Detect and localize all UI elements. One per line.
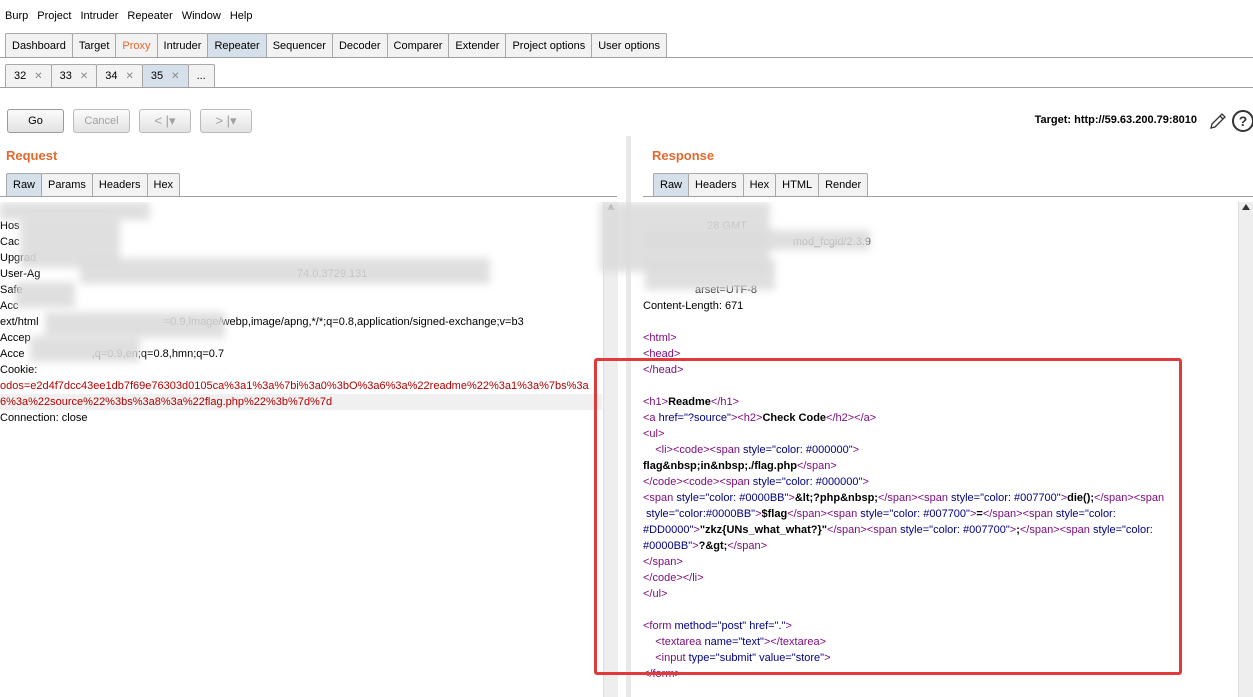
tab-repeater[interactable]: Repeater (207, 33, 267, 57)
repeater-tabs-divider (0, 87, 1253, 88)
close-icon[interactable]: ✕ (34, 71, 42, 82)
back-button[interactable]: < |▾ (139, 109, 191, 133)
request-tab-params[interactable]: Params (41, 173, 93, 196)
repeater-tab-label: 34 (105, 70, 118, 82)
menu-help[interactable]: Help (225, 8, 257, 28)
response-header-line: Content-Length: 671 (643, 300, 744, 312)
tab-project-options[interactable]: Project options (505, 33, 593, 57)
close-icon[interactable]: ✕ (171, 71, 179, 82)
request-tab-hex[interactable]: Hex (146, 173, 181, 196)
html-line: <html> (643, 332, 677, 344)
request-tabs: Raw Params Headers Hex (6, 173, 181, 196)
menu-window[interactable]: Window (177, 8, 225, 28)
repeater-tab-new[interactable]: ... (187, 64, 215, 87)
tab-dashboard[interactable]: Dashboard (5, 33, 73, 57)
response-tab-headers[interactable]: Headers (688, 173, 744, 196)
repeater-tab-35[interactable]: 35 ✕ (141, 64, 189, 87)
repeater-tab-label: 35 (150, 70, 164, 82)
response-tab-render[interactable]: Render (818, 173, 869, 196)
close-icon[interactable]: ✕ (126, 71, 134, 82)
tab-target[interactable]: Target (71, 33, 117, 57)
tab-user-options[interactable]: User options (591, 33, 667, 57)
scroll-up-icon[interactable] (1242, 204, 1250, 210)
repeater-tab-34[interactable]: 34 ✕ (96, 64, 143, 87)
tab-decoder[interactable]: Decoder (331, 33, 388, 57)
tab-intruder[interactable]: Intruder (156, 33, 209, 57)
repeater-tabs: 32 ✕ 33 ✕ 34 ✕ 35 ✕ ... (5, 64, 215, 87)
redaction (645, 230, 870, 250)
tab-comparer[interactable]: Comparer (386, 33, 450, 57)
redaction (645, 260, 775, 290)
response-scrollbar[interactable] (1238, 202, 1253, 697)
request-tabs-divider (0, 196, 617, 197)
help-icon[interactable]: ? (1232, 110, 1253, 132)
response-title: Response (652, 148, 715, 163)
go-button[interactable]: Go (7, 109, 64, 133)
response-tabs: Raw Headers Hex HTML Render (653, 173, 869, 196)
close-icon[interactable]: ✕ (80, 71, 88, 82)
menu-project[interactable]: Project (32, 8, 75, 28)
forward-button[interactable]: > |▾ (200, 109, 252, 133)
main-tabs: Dashboard Target Proxy Intruder Repeater… (5, 33, 667, 57)
tab-proxy[interactable]: Proxy (115, 33, 158, 57)
repeater-tab-32[interactable]: 32 ✕ (5, 64, 52, 87)
repeater-tab-33[interactable]: 33 ✕ (50, 64, 98, 87)
request-tab-raw[interactable]: Raw (6, 173, 43, 196)
menu-repeater[interactable]: Repeater (122, 8, 176, 28)
response-tab-raw[interactable]: Raw (653, 173, 690, 196)
tab-sequencer[interactable]: Sequencer (265, 33, 333, 57)
request-title: Request (6, 148, 58, 163)
pencil-icon[interactable] (1208, 111, 1228, 131)
request-tab-headers[interactable]: Headers (91, 173, 148, 196)
response-header-line: arset=UTF-8 (643, 284, 757, 296)
response-tabs-divider (643, 196, 1253, 197)
tab-extender[interactable]: Extender (448, 33, 507, 57)
target-label: Target: http://59.63.200.79:8010 (1034, 114, 1197, 126)
repeater-tab-label: 32 (14, 70, 27, 82)
response-tab-hex[interactable]: Hex (742, 173, 777, 196)
menu-burp[interactable]: Burp (0, 8, 32, 28)
repeater-tab-label: 33 (59, 70, 72, 82)
main-tabs-divider (0, 57, 1253, 58)
menu-bar: Burp Project Intruder Repeater Window He… (0, 8, 256, 28)
response-tab-html[interactable]: HTML (775, 173, 820, 196)
cancel-button[interactable]: Cancel (73, 109, 130, 133)
menu-intruder[interactable]: Intruder (76, 8, 123, 28)
highlight-annotation-box (594, 358, 1182, 675)
